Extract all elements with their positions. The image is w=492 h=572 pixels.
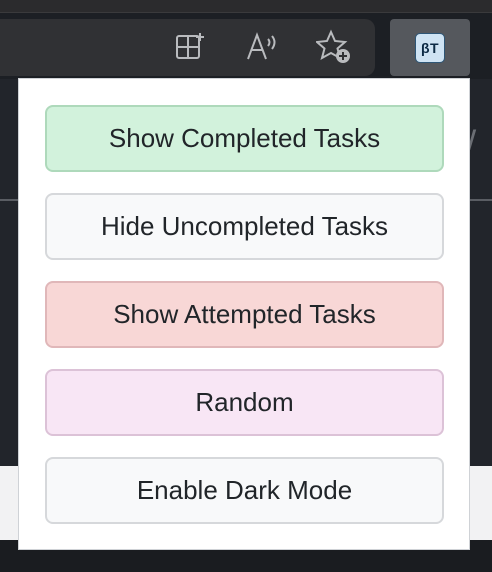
browser-titlebar [0,0,492,13]
hide-uncompleted-tasks-button[interactable]: Hide Uncompleted Tasks [45,193,444,260]
random-button[interactable]: Random [45,369,444,436]
enable-dark-mode-button[interactable]: Enable Dark Mode [45,457,444,524]
split-screen-icon[interactable] [172,29,208,65]
extension-button[interactable]: βT [390,19,470,76]
extension-badge: βT [415,32,445,63]
extension-popup: Show Completed Tasks Hide Uncompleted Ta… [18,78,470,550]
read-aloud-icon[interactable] [244,29,280,65]
show-attempted-tasks-button[interactable]: Show Attempted Tasks [45,281,444,348]
show-completed-tasks-button[interactable]: Show Completed Tasks [45,105,444,172]
add-favorite-icon[interactable] [316,29,352,65]
